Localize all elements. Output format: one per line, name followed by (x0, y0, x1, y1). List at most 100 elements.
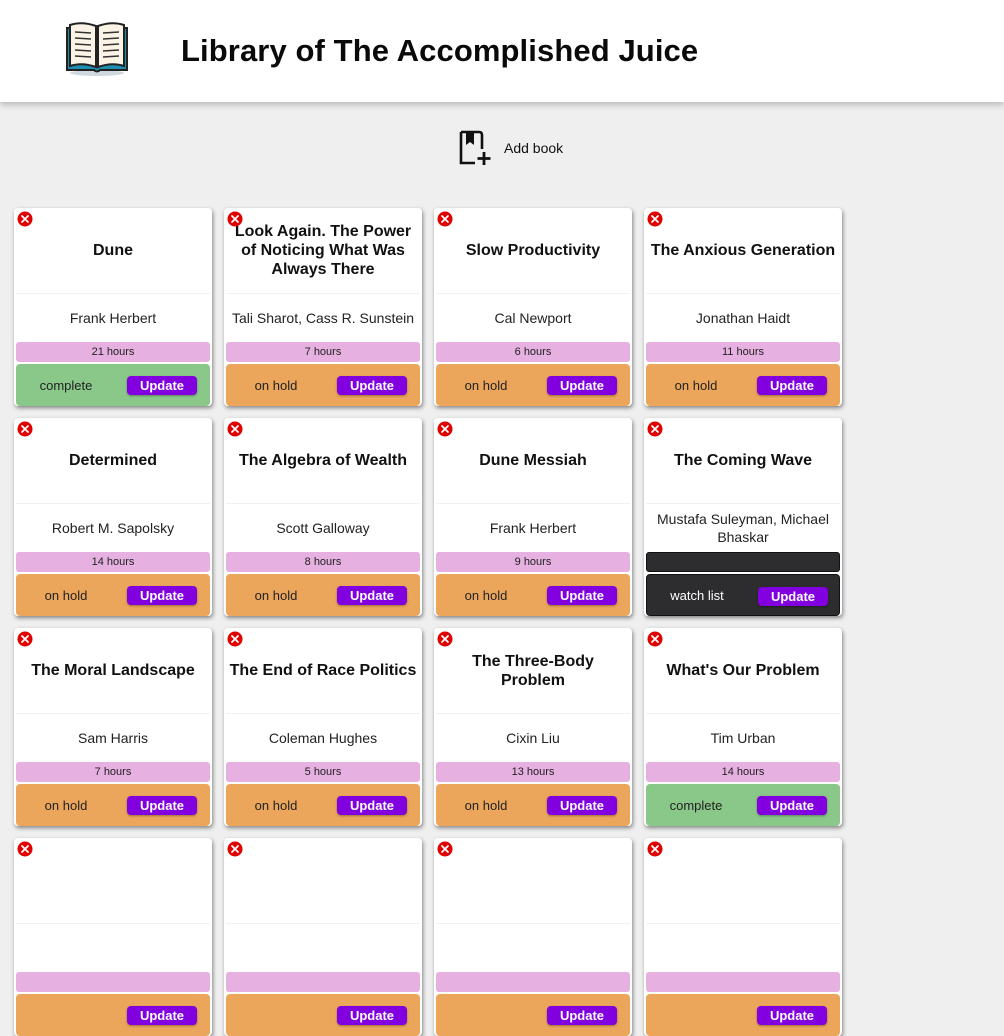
update-button[interactable]: Update (547, 796, 617, 815)
book-hours: 11 hours (646, 342, 840, 362)
book-card: Update (434, 838, 632, 1036)
book-card: Update (14, 838, 212, 1036)
update-button[interactable]: Update (337, 1006, 407, 1025)
update-button[interactable]: Update (337, 796, 407, 815)
book-card: Dune Messiah Frank Herbert 9 hours on hold U… (434, 418, 632, 616)
delete-book-icon[interactable] (647, 421, 663, 437)
status-label: on hold (254, 797, 298, 813)
delete-book-icon[interactable] (17, 631, 33, 647)
status-label: complete (39, 377, 93, 393)
book-author: Cal Newport (494, 310, 572, 326)
update-button[interactable]: Update (757, 796, 827, 815)
book-title: The Coming Wave (646, 418, 840, 504)
update-button[interactable]: Update (127, 376, 197, 395)
status-bar: Update (226, 994, 420, 1036)
status-label: on hold (464, 797, 508, 813)
delete-book-icon[interactable] (17, 421, 33, 437)
book-hours (646, 972, 840, 992)
add-book-label: Add book (504, 140, 564, 156)
delete-book-icon[interactable] (647, 211, 663, 227)
book-author (16, 926, 210, 970)
update-button[interactable]: Update (757, 376, 827, 395)
book-author (226, 926, 420, 970)
book-title (436, 838, 630, 924)
book-title: The Anxious Generation (646, 208, 840, 294)
book-title: The End of Race Politics (226, 628, 420, 714)
delete-book-icon[interactable] (437, 421, 453, 437)
delete-book-icon[interactable] (437, 631, 453, 647)
status-label: on hold (464, 587, 508, 603)
status-bar: on hold Update (646, 364, 840, 406)
status-bar: on hold Update (436, 364, 630, 406)
book-title: The Three-Body Problem (436, 628, 630, 714)
status-label: watch list (670, 587, 724, 603)
update-button[interactable]: Update (547, 376, 617, 395)
status-bar: watch list Update (646, 574, 840, 616)
update-button[interactable]: Update (127, 1006, 197, 1025)
book-author: Frank Herbert (489, 520, 577, 536)
delete-book-icon[interactable] (227, 631, 243, 647)
book-hours (646, 552, 840, 572)
book-author: Mustafa Suleyman, Michael Bhaskar (657, 511, 829, 545)
delete-book-icon[interactable] (227, 211, 243, 227)
book-hours: 7 hours (16, 762, 210, 782)
book-title (226, 838, 420, 924)
book-hours: 14 hours (16, 552, 210, 572)
status-bar: complete Update (16, 364, 210, 406)
update-button[interactable]: Update (758, 587, 828, 606)
book-author: Scott Galloway (276, 520, 370, 536)
book-hours: 7 hours (226, 342, 420, 362)
delete-book-icon[interactable] (437, 211, 453, 227)
update-button[interactable]: Update (337, 376, 407, 395)
book-card: Slow Productivity Cal Newport 6 hours on ho… (434, 208, 632, 406)
update-button[interactable]: Update (547, 586, 617, 605)
delete-book-icon[interactable] (227, 421, 243, 437)
status-bar: on hold Update (16, 784, 210, 826)
book-hours: 5 hours (226, 762, 420, 782)
status-bar: Update (436, 994, 630, 1036)
book-title: What's Our Problem (646, 628, 840, 714)
status-bar: on hold Update (226, 784, 420, 826)
status-bar: Update (646, 994, 840, 1036)
status-label: on hold (254, 587, 298, 603)
delete-book-icon[interactable] (647, 631, 663, 647)
book-author (436, 926, 630, 970)
book-title: Dune Messiah (436, 418, 630, 504)
status-label: on hold (44, 587, 88, 603)
book-hours: 21 hours (16, 342, 210, 362)
update-button[interactable]: Update (337, 586, 407, 605)
book-author: Coleman Hughes (268, 730, 378, 746)
book-author: Robert M. Sapolsky (51, 520, 175, 536)
book-hours: 13 hours (436, 762, 630, 782)
book-hours: 9 hours (436, 552, 630, 572)
delete-book-icon[interactable] (17, 211, 33, 227)
update-button[interactable]: Update (127, 796, 197, 815)
status-bar: Update (16, 994, 210, 1036)
status-label: on hold (44, 797, 88, 813)
book-title (646, 838, 840, 924)
book-hours (226, 972, 420, 992)
book-card: Dune Frank Herbert 21 hours complete Update (14, 208, 212, 406)
book-card: The Coming Wave Mustafa Suleyman, Michael… (644, 418, 842, 616)
delete-book-icon[interactable] (17, 841, 33, 857)
book-hours: 14 hours (646, 762, 840, 782)
status-bar: on hold Update (436, 574, 630, 616)
delete-book-icon[interactable] (437, 841, 453, 857)
book-hours (436, 972, 630, 992)
book-card: Update (644, 838, 842, 1036)
book-card: The Moral Landscape Sam Harris 7 hours on h… (14, 628, 212, 826)
add-book-button[interactable]: Add book (457, 130, 563, 166)
update-button[interactable]: Update (547, 1006, 617, 1025)
delete-book-icon[interactable] (227, 841, 243, 857)
book-card: The Three-Body Problem Cixin Liu 13 hours o… (434, 628, 632, 826)
delete-book-icon[interactable] (647, 841, 663, 857)
update-button[interactable]: Update (757, 1006, 827, 1025)
book-title: Dune (16, 208, 210, 294)
book-title: The Moral Landscape (16, 628, 210, 714)
book-card: Look Again. The Power of Noticing What W… (224, 208, 422, 406)
status-label: on hold (254, 377, 298, 393)
book-author: Frank Herbert (69, 310, 157, 326)
book-card: What's Our Problem Tim Urban 14 hours compl… (644, 628, 842, 826)
status-bar: on hold Update (226, 364, 420, 406)
update-button[interactable]: Update (127, 586, 197, 605)
